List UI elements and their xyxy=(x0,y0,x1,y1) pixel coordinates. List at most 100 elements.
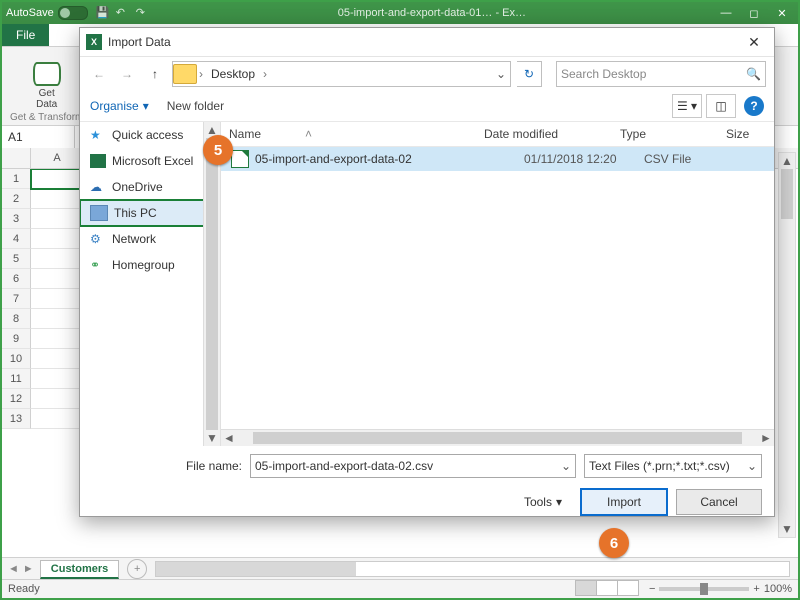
scroll-thumb[interactable] xyxy=(206,138,218,430)
status-bar: Ready − + 100% xyxy=(2,579,798,598)
nav-quick-access[interactable]: ★Quick access xyxy=(80,122,220,148)
nav-microsoft-excel[interactable]: Microsoft Excel xyxy=(80,148,220,174)
file-date: 01/11/2018 12:20 xyxy=(524,152,644,166)
sheet-nav-prev-icon[interactable]: ◄ xyxy=(8,563,19,575)
filetype-select[interactable]: Text Files (*.prn;*.txt;*.csv)⌄ xyxy=(584,454,762,478)
address-bar[interactable]: › Desktop › ⌄ xyxy=(172,61,511,87)
row-header[interactable]: 1 xyxy=(2,169,31,189)
nav-up-button[interactable]: ↑ xyxy=(144,63,166,85)
sheet-tab-customers[interactable]: Customers xyxy=(40,560,119,579)
chevron-down-icon[interactable]: ⌄ xyxy=(561,459,571,473)
row-header[interactable]: 12 xyxy=(2,389,31,409)
nav-onedrive[interactable]: ☁OneDrive xyxy=(80,174,220,200)
scroll-down-icon[interactable]: ▼ xyxy=(779,521,795,537)
column-header-type[interactable]: Type xyxy=(612,127,718,141)
name-box[interactable]: A1 xyxy=(2,126,75,148)
nav-this-pc[interactable]: This PC xyxy=(80,200,220,226)
file-tab[interactable]: File xyxy=(2,24,49,46)
row-header[interactable]: 2 xyxy=(2,189,31,209)
zoom-slider[interactable] xyxy=(659,587,749,591)
new-folder-button[interactable]: New folder xyxy=(167,99,224,113)
nav-network[interactable]: ⚙Network xyxy=(80,226,220,252)
minimize-icon[interactable]: — xyxy=(714,4,738,22)
row-header[interactable]: 5 xyxy=(2,249,31,269)
cell[interactable] xyxy=(31,309,84,329)
nav-homegroup[interactable]: ⚭Homegroup xyxy=(80,252,220,278)
callout-5: 5 xyxy=(203,135,233,165)
file-type: CSV File xyxy=(644,152,734,166)
cell[interactable] xyxy=(31,289,84,309)
new-sheet-button[interactable]: + xyxy=(127,559,147,579)
zoom-out-icon[interactable]: − xyxy=(649,583,655,595)
get-data-button[interactable]: Get Data xyxy=(33,62,61,110)
redo-icon[interactable]: ↷ xyxy=(136,6,150,20)
column-header-size[interactable]: Size xyxy=(718,127,774,141)
column-header-date[interactable]: Date modified xyxy=(476,127,612,141)
file-row[interactable]: 05-import-and-export-data-02 01/11/2018 … xyxy=(221,147,774,171)
cell[interactable] xyxy=(31,409,84,429)
row-header[interactable]: 11 xyxy=(2,369,31,389)
tools-menu[interactable]: Tools▾ xyxy=(524,495,562,509)
scroll-thumb[interactable] xyxy=(781,169,793,219)
row-header[interactable]: 9 xyxy=(2,329,31,349)
dialog-close-button[interactable]: ✕ xyxy=(740,31,768,53)
scroll-down-icon[interactable]: ▼ xyxy=(204,430,220,446)
cell[interactable] xyxy=(31,189,84,209)
zoom-level[interactable]: 100% xyxy=(764,583,792,595)
chevron-down-icon[interactable]: ⌄ xyxy=(747,459,757,473)
cancel-button[interactable]: Cancel xyxy=(676,489,762,515)
row-header[interactable]: 3 xyxy=(2,209,31,229)
cell[interactable] xyxy=(31,349,84,369)
breadcrumb-segment[interactable]: Desktop xyxy=(205,67,261,81)
scroll-left-icon[interactable]: ◄ xyxy=(221,431,237,445)
close-icon[interactable]: ✕ xyxy=(770,4,794,22)
row-header[interactable]: 7 xyxy=(2,289,31,309)
horizontal-scrollbar[interactable] xyxy=(155,561,790,577)
cell[interactable] xyxy=(31,229,84,249)
help-button[interactable]: ? xyxy=(744,96,764,116)
cell[interactable] xyxy=(31,169,84,189)
view-mode-button[interactable]: ☰ ▾ xyxy=(672,94,702,118)
filename-input[interactable]: 05-import-and-export-data-02.csv⌄ xyxy=(250,454,576,478)
scroll-thumb[interactable] xyxy=(253,432,742,444)
cell[interactable] xyxy=(31,389,84,409)
row-header[interactable]: 8 xyxy=(2,309,31,329)
sheet-tab-bar: ◄ ► Customers + xyxy=(2,557,798,580)
status-ready: Ready xyxy=(8,583,40,595)
save-icon[interactable]: 💾 xyxy=(96,6,110,20)
select-all-corner[interactable] xyxy=(2,148,31,168)
organise-menu[interactable]: Organise▾ xyxy=(90,99,149,113)
nav-forward-button[interactable]: → xyxy=(116,63,138,85)
chevron-right-icon[interactable]: › xyxy=(261,67,269,81)
column-header-name[interactable]: Name ˄ xyxy=(221,127,476,141)
cell[interactable] xyxy=(31,209,84,229)
chevron-right-icon[interactable]: › xyxy=(197,67,205,81)
refresh-button[interactable]: ↻ xyxy=(517,61,542,87)
col-header[interactable]: A xyxy=(31,148,84,168)
row-header[interactable]: 4 xyxy=(2,229,31,249)
row-header[interactable]: 6 xyxy=(2,269,31,289)
cell[interactable] xyxy=(31,369,84,389)
view-buttons[interactable] xyxy=(576,580,639,599)
nav-back-button[interactable]: ← xyxy=(88,63,110,85)
filelist-hscrollbar[interactable]: ◄ ► xyxy=(221,429,774,446)
navpane-scrollbar[interactable]: ▲ ▼ xyxy=(203,122,220,446)
search-input[interactable]: Search Desktop 🔍 xyxy=(556,61,766,87)
scroll-up-icon[interactable]: ▲ xyxy=(779,153,795,169)
row-header[interactable]: 13 xyxy=(2,409,31,429)
autosave-toggle[interactable] xyxy=(58,6,88,20)
preview-pane-button[interactable]: ◫ xyxy=(706,94,736,118)
undo-icon[interactable]: ↶ xyxy=(116,6,130,20)
chevron-down-icon[interactable]: ⌄ xyxy=(492,67,510,81)
scroll-right-icon[interactable]: ► xyxy=(758,431,774,445)
cell[interactable] xyxy=(31,249,84,269)
excel-icon xyxy=(90,154,106,168)
import-button[interactable]: Import xyxy=(580,488,668,516)
zoom-in-icon[interactable]: + xyxy=(753,583,759,595)
maximize-icon[interactable]: ◻ xyxy=(742,4,766,22)
cell[interactable] xyxy=(31,269,84,289)
row-header[interactable]: 10 xyxy=(2,349,31,369)
cell[interactable] xyxy=(31,329,84,349)
sheet-nav-next-icon[interactable]: ► xyxy=(23,563,34,575)
vertical-scrollbar[interactable]: ▲ ▼ xyxy=(778,152,796,538)
